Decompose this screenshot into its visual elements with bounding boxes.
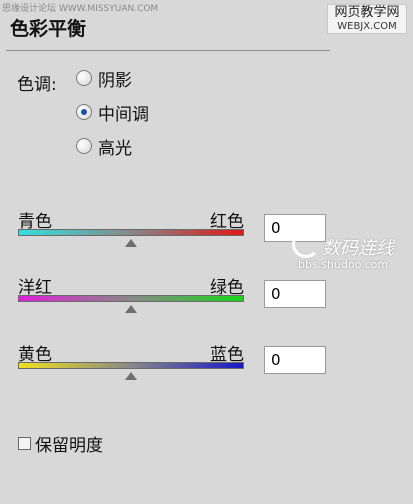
title-divider — [6, 50, 330, 51]
panel-title: 色彩平衡 — [10, 18, 87, 40]
side-watermark-brand: 数码连线 — [322, 238, 394, 259]
radio-button-selected-icon[interactable] — [76, 104, 92, 120]
slider-yellow-blue: 黄色 蓝色 — [18, 340, 244, 380]
checkbox-icon[interactable] — [18, 437, 31, 450]
radio-label-midtones: 中间调 — [98, 104, 149, 125]
slider-track[interactable] — [18, 295, 244, 313]
slider-thumb[interactable] — [125, 372, 137, 380]
radio-button-icon[interactable] — [76, 70, 92, 86]
preserve-luminosity-checkbox[interactable]: 保留明度 — [18, 431, 103, 456]
radio-highlights[interactable]: 高光 — [76, 134, 132, 159]
swirl-logo-icon — [292, 230, 320, 258]
slider-cyan-red: 青色 红色 — [18, 207, 244, 247]
radio-button-icon[interactable] — [76, 138, 92, 154]
site-badge: 网页教学网 WEBJX.COM — [327, 4, 407, 34]
color-balance-panel: 思缘设计论坛 WWW.MISSYUAN.COM 网页教学网 WEBJX.COM … — [0, 0, 413, 504]
radio-shadows[interactable]: 阴影 — [76, 66, 132, 91]
side-watermark-logo: 数码连线 bbs.shudoo.com — [292, 228, 410, 278]
slider-track[interactable] — [18, 362, 244, 380]
preserve-luminosity-label: 保留明度 — [35, 436, 103, 456]
radio-label-shadows: 阴影 — [98, 70, 132, 91]
slider-magenta-green: 洋红 绿色 — [18, 273, 244, 313]
site-badge-name: 网页教学网 — [334, 5, 400, 20]
site-badge-url: WEBJX.COM — [337, 21, 397, 32]
tone-label: 色调: — [17, 75, 57, 95]
radio-label-highlights: 高光 — [98, 138, 132, 159]
slider-track[interactable] — [18, 229, 244, 247]
radio-midtones[interactable]: 中间调 — [76, 100, 149, 125]
watermark-text: 思缘设计论坛 WWW.MISSYUAN.COM — [2, 4, 159, 14]
slider-thumb[interactable] — [125, 305, 137, 313]
magenta-green-value-input[interactable] — [264, 280, 326, 308]
side-watermark-url: bbs.shudoo.com — [298, 258, 389, 271]
yellow-blue-value-input[interactable] — [264, 346, 326, 374]
slider-thumb[interactable] — [125, 239, 137, 247]
